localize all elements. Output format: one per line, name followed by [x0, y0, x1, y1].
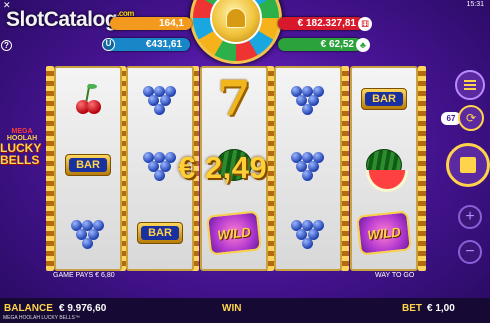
grapes-icon	[143, 83, 177, 115]
win-amount: € 2,49	[178, 150, 268, 185]
jackpot-orange: 164,1	[110, 17, 192, 30]
win-label: WIN	[222, 303, 242, 314]
grapes-icon	[71, 217, 105, 249]
way-to-go-text: WAY TO GO	[375, 272, 415, 279]
jackpot-orange-value: 164,1	[158, 18, 184, 29]
reel-lights	[341, 66, 349, 271]
bell-icon	[226, 8, 246, 28]
seven-symbol: 7	[217, 71, 251, 127]
game-pays-text: GAME PAYS € 6,80	[53, 272, 115, 279]
dice-icon: ⚅	[358, 17, 372, 31]
game-title: MEGA HOOLAH LUCKY BELLS™	[3, 315, 80, 321]
jackpot-blue: U €431,61	[102, 38, 190, 51]
jackpot-green-value: € 62,52	[320, 39, 354, 50]
bar-symbol: BAR	[361, 88, 407, 110]
reel-cell	[56, 74, 120, 124]
cherry-icon	[70, 83, 106, 114]
reel-lights	[418, 66, 426, 271]
menu-button[interactable]	[455, 70, 485, 100]
grapes-icon	[143, 149, 177, 181]
clover-icon: ♣	[356, 38, 370, 52]
spin-stop-button[interactable]	[446, 143, 490, 187]
reel-cell: WILD	[202, 208, 266, 258]
jackpot-red-value: € 182.327,81	[297, 18, 356, 29]
bet-label: BET	[402, 303, 422, 314]
logo-line-1: MEGA	[11, 128, 33, 135]
reel-cell	[352, 140, 416, 192]
jackpot-red: € 182.327,81 ⚅	[278, 17, 372, 31]
reel-cell: BAR	[56, 140, 120, 190]
stop-icon	[460, 157, 476, 173]
reel-lights	[46, 66, 54, 271]
wild-symbol: WILD	[356, 210, 412, 256]
reel-cell	[276, 74, 340, 124]
autoplay-button[interactable]: ⟳	[458, 105, 484, 131]
balance-value: € 9.976,60	[59, 303, 107, 314]
reel-5: BAR WILD	[350, 66, 418, 271]
plus-icon: +	[465, 208, 475, 225]
reel-cell: BAR	[128, 208, 192, 258]
clock: 15:31	[466, 1, 484, 8]
reel-cell: BAR	[352, 74, 416, 124]
jackpot-blue-value: €431,61	[145, 39, 182, 50]
help-button[interactable]: ?	[1, 40, 12, 51]
reel-cell: WILD	[352, 208, 416, 258]
reel-1: BAR	[54, 66, 122, 271]
reel-cell	[276, 208, 340, 258]
autoplay-icon: ⟳	[465, 111, 477, 125]
wild-symbol: WILD	[206, 210, 262, 256]
grapes-icon	[291, 83, 325, 115]
grapes-icon	[291, 149, 325, 181]
hamburger-icon	[464, 80, 476, 90]
reel-cell	[276, 140, 340, 190]
watermelon-slice-icon	[366, 170, 408, 192]
grapes-icon	[291, 217, 325, 249]
game-logo: MEGA HOOLAH LUCKY BELLS	[0, 128, 44, 192]
reel-cell	[56, 208, 120, 258]
logo-line-4: BELLS	[0, 153, 40, 167]
horseshoe-icon: U	[102, 38, 115, 51]
watermark-text: SlotCatalog	[6, 8, 118, 31]
jackpot-green: € 62,52 ♣	[278, 38, 370, 52]
reel-cell	[128, 74, 192, 124]
reel-4	[274, 66, 342, 271]
balance-label: BALANCE	[4, 303, 53, 314]
bet-increase-button[interactable]: +	[458, 205, 482, 229]
bottom-bar: BALANCE € 9.976,60 WIN BET € 1,00 MEGA H…	[0, 298, 490, 323]
minus-icon: −	[465, 243, 475, 260]
reel-cell: 7	[202, 74, 266, 124]
bar-symbol: BAR	[65, 154, 111, 176]
bet-decrease-button[interactable]: −	[458, 240, 482, 264]
bet-value[interactable]: € 1,00	[427, 303, 455, 314]
bar-symbol: BAR	[137, 222, 183, 244]
